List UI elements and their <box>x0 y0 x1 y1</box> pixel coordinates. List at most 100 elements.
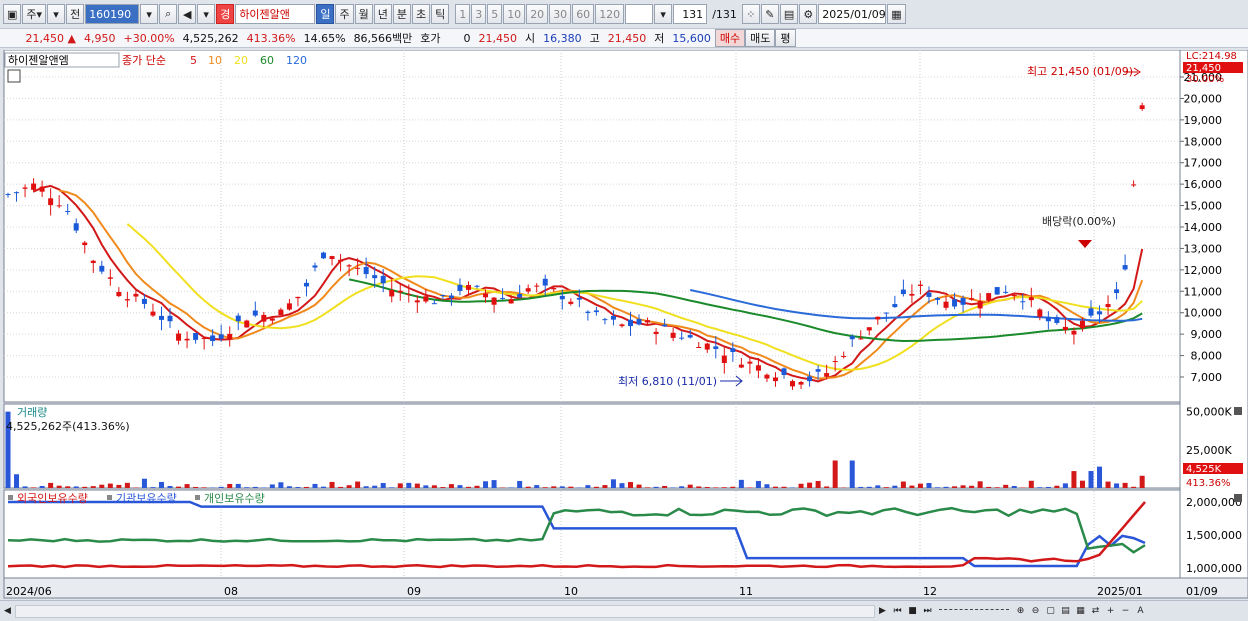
chart-type-icon[interactable]: ⁘ <box>741 4 760 24</box>
x-tick-label: 12 <box>923 585 937 598</box>
volume-bar <box>1045 486 1051 488</box>
candle-body <box>807 376 813 382</box>
code-input[interactable]: 160190 <box>85 4 140 24</box>
quote-bar: 21,450 ▲ 4,950 +30.00% 4,525,262 413.36%… <box>0 28 1248 48</box>
period-button[interactable]: 주 <box>335 4 354 24</box>
candle-body <box>602 319 608 321</box>
price-tick-label: 19,000 <box>1184 114 1223 127</box>
period-button[interactable]: 일 <box>316 4 335 24</box>
scroll-right-icon[interactable]: ▶ <box>876 604 889 619</box>
candle-body <box>645 320 651 323</box>
interval-button[interactable]: 1 <box>455 4 471 24</box>
candle-body <box>235 315 241 322</box>
calendar-icon[interactable]: ▦ <box>887 4 906 24</box>
candle-body <box>610 316 616 320</box>
search-icon[interactable]: ⌕ <box>159 4 178 24</box>
speaker-icon[interactable]: ◀ <box>178 4 197 24</box>
candle-body <box>363 267 369 275</box>
zoom-in-icon[interactable]: ⊕ <box>1014 604 1027 619</box>
period-button[interactable]: 분 <box>392 4 411 24</box>
interval-button[interactable]: 10 <box>503 4 526 24</box>
dropdown-icon[interactable]: ▾ <box>47 4 66 24</box>
period-button[interactable]: 초 <box>411 4 431 24</box>
candle-body <box>1054 317 1060 323</box>
sell-button[interactable]: 매도 <box>745 29 776 47</box>
candle-body <box>1003 291 1009 293</box>
holdings-close-icon[interactable] <box>1234 494 1242 502</box>
candle-body <box>252 310 258 316</box>
market-select[interactable]: 주 ▾ <box>22 4 47 24</box>
candle-body <box>201 338 207 340</box>
ma-legend-item: 120 <box>286 54 307 67</box>
interval-button[interactable]: 30 <box>549 4 572 24</box>
legend-toggle-icon[interactable] <box>7 69 21 83</box>
capture-icon[interactable]: ▢ <box>1044 604 1057 619</box>
zoom-out-icon[interactable]: ⊖ <box>1029 604 1042 619</box>
volume-bar <box>704 487 710 488</box>
scroll-left-icon[interactable]: ◀ <box>1 604 14 619</box>
volume-bar <box>696 486 702 488</box>
volume-bar <box>1114 483 1120 488</box>
print-icon[interactable]: ▤ <box>1059 604 1072 619</box>
interval-button[interactable]: 120 <box>595 4 625 24</box>
candle-body <box>5 194 11 196</box>
plus-icon[interactable]: + <box>1104 604 1117 619</box>
draw-tool-icon[interactable]: ✎ <box>760 4 779 24</box>
volume-bar <box>321 486 327 488</box>
layout-icon[interactable]: ▣ <box>3 4 22 24</box>
open-value: 16,380 <box>543 31 582 45</box>
code-dropdown-icon[interactable]: ▾ <box>140 4 159 24</box>
compare-icon[interactable]: ⇄ <box>1089 604 1102 619</box>
interval-button[interactable]: 3 <box>471 4 487 24</box>
candle-body <box>943 301 949 308</box>
interval-button[interactable]: 20 <box>526 4 549 24</box>
volume-bar <box>772 486 778 488</box>
date-input[interactable]: 2025/01/09 <box>818 4 887 24</box>
candle-body <box>670 332 676 338</box>
candle-body <box>781 368 787 375</box>
candle-body <box>662 324 668 327</box>
stop-icon[interactable]: ■ <box>906 604 919 619</box>
mode-button[interactable]: 전 <box>66 4 85 24</box>
minus-icon[interactable]: − <box>1119 604 1132 619</box>
candle-body <box>48 198 54 206</box>
volume-bar <box>227 483 233 488</box>
volume-close-icon[interactable] <box>1234 407 1242 415</box>
volume-bar <box>909 485 915 488</box>
high-label: 고 <box>589 32 600 45</box>
speaker-dropdown-icon[interactable]: ▾ <box>197 4 216 24</box>
candle-body <box>82 242 88 246</box>
volume-bar <box>542 487 548 488</box>
interval-button[interactable]: 5 <box>487 4 503 24</box>
grid-icon[interactable]: ▦ <box>1074 604 1087 619</box>
volume-bar <box>286 486 292 488</box>
custom-interval-input[interactable] <box>625 4 654 24</box>
trade-amount: 86,566백만 <box>353 32 413 45</box>
avg-button[interactable]: 평 <box>775 29 796 47</box>
last-icon[interactable]: ⏭ <box>921 604 934 619</box>
volume-bar <box>346 485 352 488</box>
buy-button[interactable]: 매수 <box>714 29 746 47</box>
interval-dropdown-icon[interactable]: ▾ <box>654 4 673 24</box>
interval-button[interactable]: 60 <box>572 4 595 24</box>
candle-body <box>500 297 506 299</box>
ma-legend-item: 10 <box>208 54 222 67</box>
volume-bar <box>22 486 28 488</box>
volume-bar <box>278 482 284 488</box>
volume-bar <box>423 485 429 488</box>
zoom-slider[interactable] <box>939 609 1009 613</box>
period-button[interactable]: 틱 <box>431 4 450 24</box>
stock-chart[interactable]: 21,00020,00019,00018,00017,00016,00015,0… <box>0 50 1248 600</box>
scroll-track[interactable] <box>15 604 875 618</box>
gear-icon[interactable]: ⚙ <box>799 4 818 24</box>
volume-bar <box>90 486 96 488</box>
save-icon[interactable]: ▤ <box>779 4 799 24</box>
hoga-value: 0 <box>463 31 471 45</box>
candle-body <box>969 298 975 300</box>
candle-body <box>593 310 599 313</box>
first-icon[interactable]: ⏮ <box>891 604 904 619</box>
period-button[interactable]: 년 <box>373 4 392 24</box>
font-icon[interactable]: A <box>1134 604 1147 619</box>
count-input[interactable]: 131 <box>673 4 708 24</box>
period-button[interactable]: 월 <box>354 4 373 24</box>
